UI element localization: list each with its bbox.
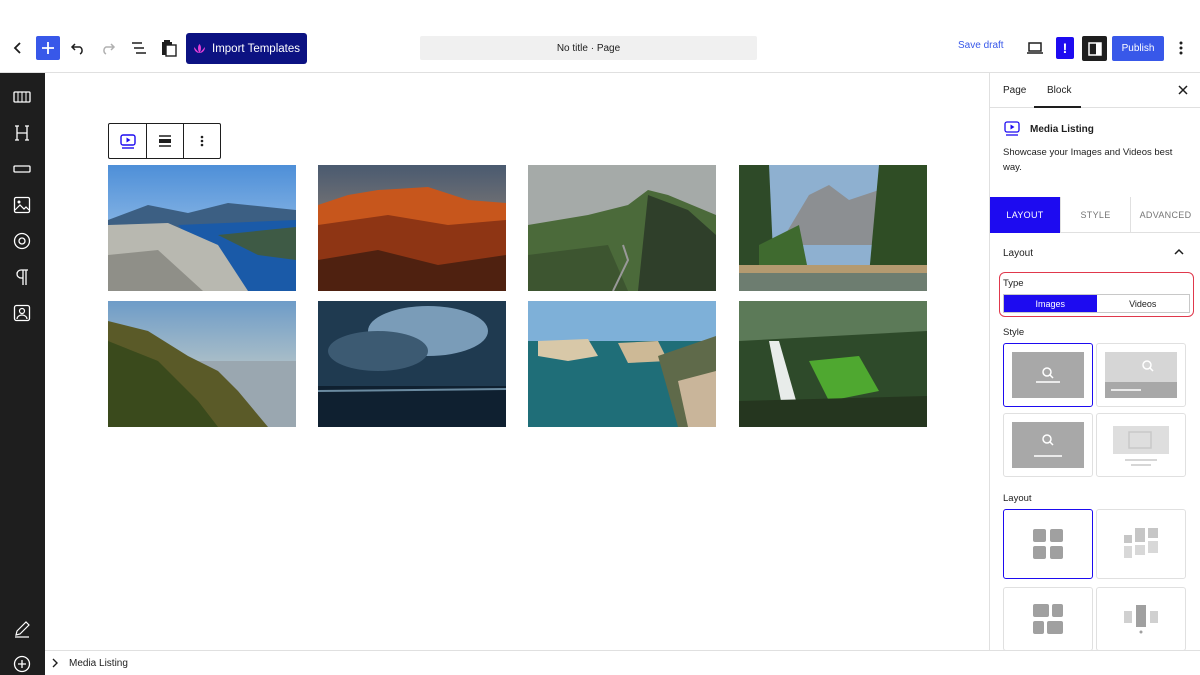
redo-icon [103, 43, 116, 55]
notice-button[interactable]: ! [1056, 37, 1074, 59]
block-rail [0, 73, 45, 675]
chevron-right-icon [52, 658, 58, 668]
import-templates-button[interactable]: Import Templates [186, 33, 307, 64]
block-breadcrumb-bar: Media Listing [45, 650, 1200, 675]
settings-sub-tabs: LAYOUT STYLE ADVANCED [990, 197, 1200, 233]
block-description: Showcase your Images and Videos best way… [1003, 147, 1173, 173]
masonry-layout-icon [1124, 528, 1158, 558]
image-icon[interactable] [11, 194, 33, 216]
layout-label: Layout [1003, 493, 1032, 504]
tab-layout[interactable]: LAYOUT [990, 197, 1060, 233]
block-type-button[interactable] [109, 124, 147, 158]
document-title: No title · Page [556, 42, 621, 54]
block-toolbar [108, 123, 221, 159]
gallery-image-yosemite-valley[interactable] [739, 165, 927, 291]
paragraph-icon[interactable] [11, 266, 33, 288]
tab-page[interactable]: Page [1003, 85, 1026, 96]
align-button[interactable] [147, 124, 184, 158]
desktop-icon [1027, 42, 1043, 54]
style-option-4[interactable] [1096, 413, 1186, 477]
style-option-1[interactable] [1003, 343, 1093, 407]
block-inserter-button[interactable] [36, 36, 60, 60]
import-templates-label: Import Templates [212, 42, 300, 55]
clipboard-button[interactable] [159, 36, 179, 60]
style-preview-icon [1012, 422, 1084, 468]
plus-icon [42, 42, 54, 54]
redo-button[interactable] [98, 36, 118, 60]
lotus-icon [194, 44, 205, 53]
chevron-up-icon[interactable] [1172, 245, 1186, 259]
gallery-image-coastal-cliffs[interactable] [108, 301, 296, 427]
preview-button[interactable] [1024, 37, 1046, 59]
gallery-image-turquoise-coast[interactable] [528, 301, 716, 427]
breadcrumb-item[interactable]: Media Listing [69, 658, 128, 669]
type-label: Type [1003, 278, 1024, 289]
gallery-image-fjord[interactable] [108, 165, 296, 291]
undo-icon [70, 43, 83, 55]
sidebar-icon [1087, 41, 1102, 56]
undo-button[interactable] [68, 36, 88, 60]
more-options-button[interactable] [184, 124, 220, 158]
back-button[interactable] [8, 36, 28, 60]
tab-style[interactable]: STYLE [1060, 197, 1130, 233]
media-listing-icon [119, 134, 136, 149]
style-option-2[interactable] [1096, 343, 1186, 407]
style-preview-icon [1012, 352, 1084, 398]
mosaic-layout-icon [1033, 604, 1063, 634]
media-listing-block-icon [1004, 121, 1020, 136]
type-videos-button[interactable]: Videos [1097, 295, 1190, 312]
active-tab-indicator [1034, 106, 1081, 108]
type-images-button[interactable]: Images [1004, 295, 1097, 312]
section-title-layout[interactable]: Layout [1003, 248, 1033, 259]
settings-sidebar-toggle[interactable] [1082, 36, 1107, 61]
editor-top-bar: Import Templates No title · Page Save dr… [0, 0, 1200, 73]
document-title-bar[interactable]: No title · Page [420, 36, 757, 60]
save-draft-button[interactable]: Save draft [958, 40, 1004, 51]
button-block-icon[interactable] [11, 158, 33, 180]
portrait-icon[interactable] [11, 302, 33, 324]
block-name: Media Listing [1030, 124, 1094, 135]
gallery-image-waterfall[interactable] [739, 301, 927, 427]
settings-sidebar: Page Block Media Listing Showcase your I… [989, 73, 1200, 650]
style-label: Style [1003, 327, 1025, 338]
gallery-image-green-cliffs[interactable] [528, 165, 716, 291]
close-icon[interactable] [1176, 83, 1190, 97]
notice-label: ! [1062, 40, 1068, 56]
editor-canvas[interactable] [45, 73, 989, 650]
grid-layout-icon [1033, 529, 1063, 559]
tab-block[interactable]: Block [1047, 85, 1071, 96]
list-view-icon [132, 42, 146, 54]
slider-layout-icon [1124, 605, 1158, 634]
options-menu-button[interactable] [1172, 37, 1190, 59]
layout-option-grid[interactable] [1003, 509, 1093, 579]
layout-option-slider[interactable] [1096, 587, 1186, 650]
align-icon [159, 135, 171, 147]
gallery-image-stormy-sea[interactable] [318, 301, 506, 427]
publish-label: Publish [1121, 43, 1155, 54]
vertical-ellipsis-icon [1179, 41, 1183, 55]
sidebar-tabs: Page Block [990, 73, 1200, 108]
pencil-icon[interactable] [11, 618, 33, 640]
slider-icon[interactable] [11, 86, 33, 108]
gallery-image-red-canyon[interactable] [318, 165, 506, 291]
style-preview-icon [1113, 426, 1169, 466]
clipboard-icon [162, 40, 177, 57]
document-overview-button[interactable] [129, 36, 149, 60]
more-options-icon [200, 135, 204, 147]
target-icon[interactable] [11, 230, 33, 252]
heading-icon[interactable] [11, 122, 33, 144]
layout-option-masonry[interactable] [1096, 509, 1186, 579]
type-toggle: Images Videos [1003, 294, 1190, 313]
layout-option-mosaic[interactable] [1003, 587, 1093, 650]
publish-button[interactable]: Publish [1112, 36, 1164, 61]
style-preview-icon [1105, 352, 1177, 398]
add-circle-icon[interactable] [11, 653, 33, 675]
tab-advanced[interactable]: ADVANCED [1130, 197, 1200, 233]
style-option-3[interactable] [1003, 413, 1093, 477]
chevron-left-icon [13, 42, 21, 54]
